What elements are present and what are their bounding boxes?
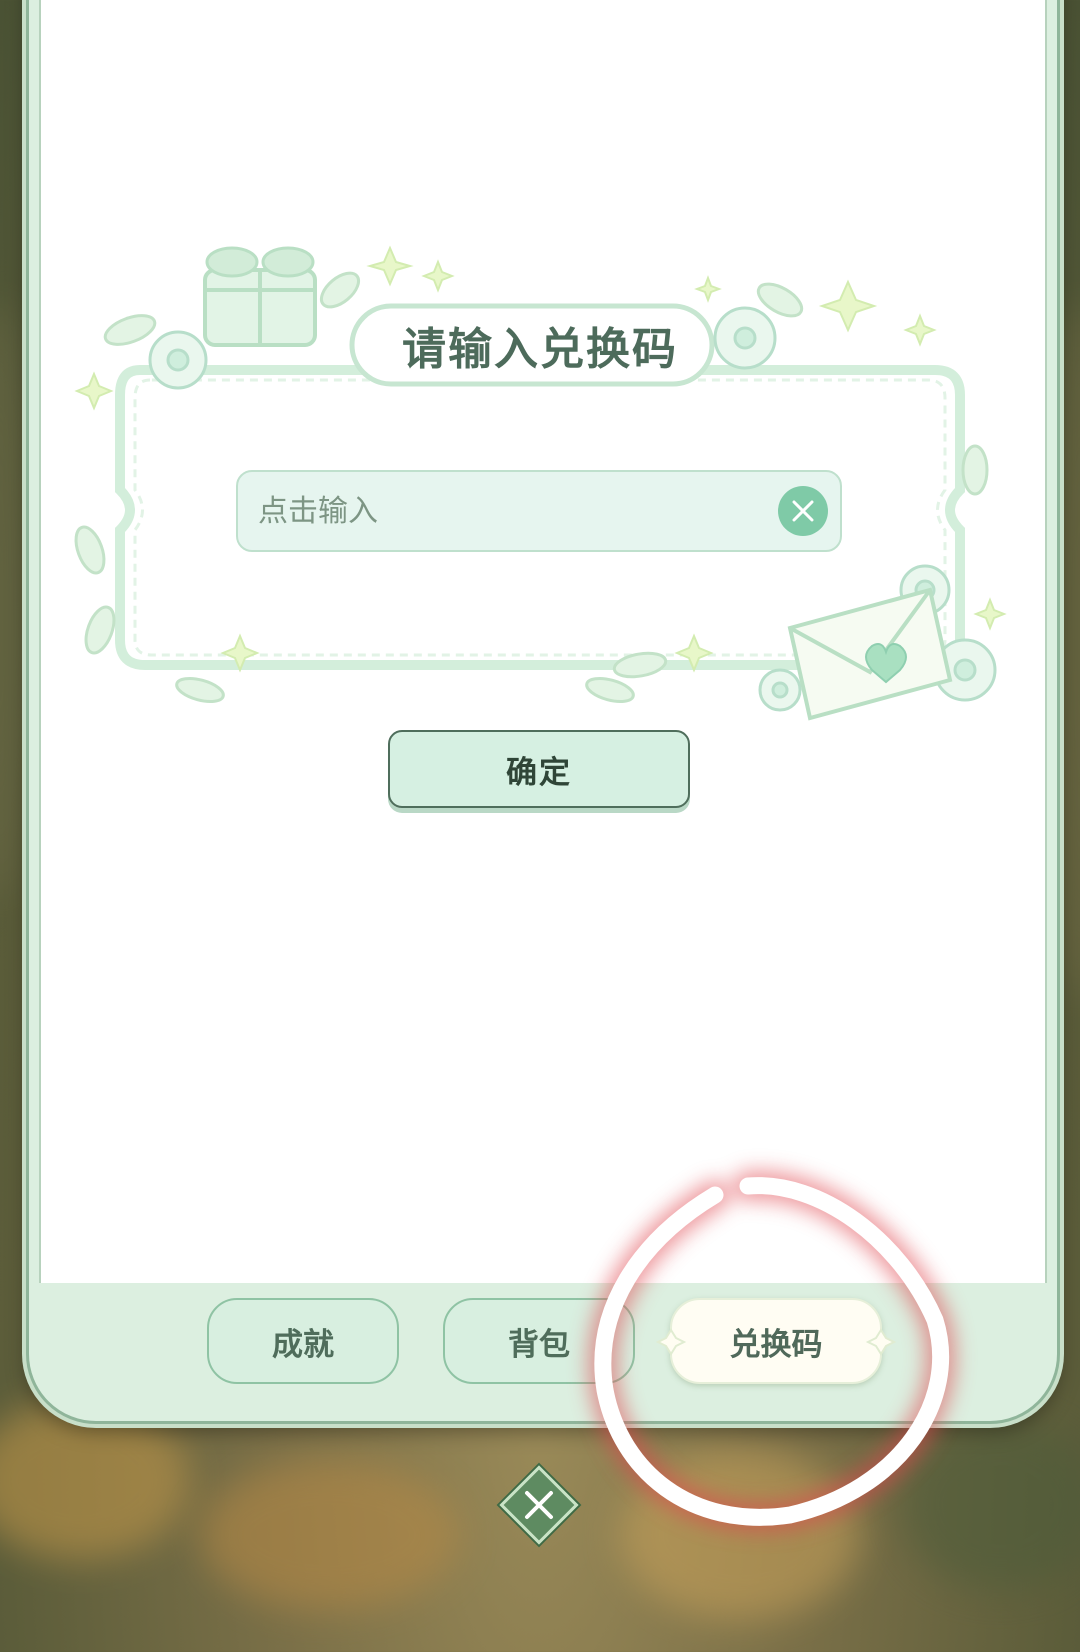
envelope-decoration — [787, 587, 953, 721]
gift-box-decoration — [203, 246, 317, 347]
clear-input-button[interactable] — [778, 486, 828, 536]
close-icon — [519, 1485, 559, 1525]
close-dialog-button[interactable] — [499, 1465, 579, 1545]
confirm-button[interactable]: 确定 — [388, 730, 690, 808]
dialog-title: 请输入兑换码 — [402, 324, 678, 375]
close-icon — [792, 500, 814, 522]
redeem-code-input-box[interactable] — [236, 470, 842, 552]
tab-achievements[interactable]: 成就 — [207, 1298, 399, 1384]
floral-frame-decoration — [74, 245, 1007, 721]
tab-backpack[interactable]: 背包 — [443, 1298, 635, 1384]
tab-redeem-code[interactable]: 兑换码 — [670, 1298, 882, 1384]
redeem-code-input[interactable] — [238, 492, 778, 530]
